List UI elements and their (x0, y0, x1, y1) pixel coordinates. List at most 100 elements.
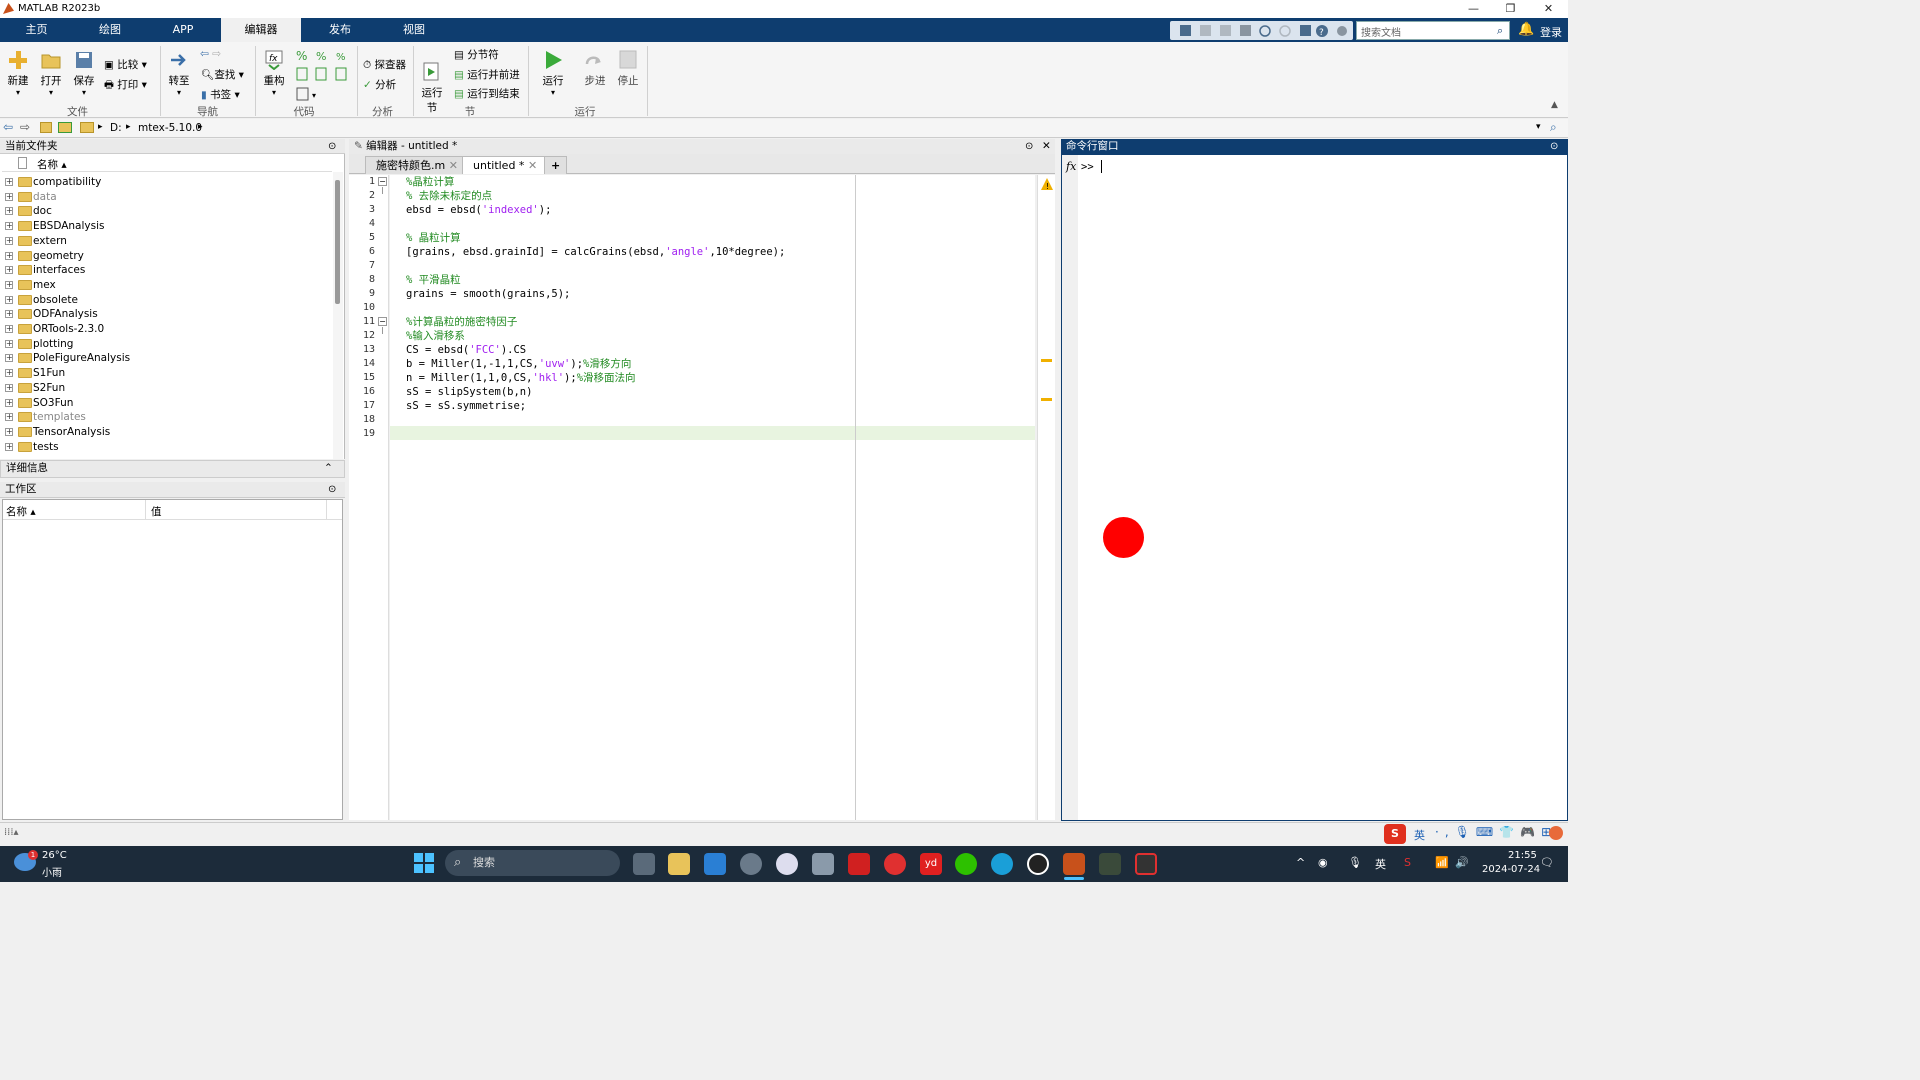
search-folder-icon[interactable]: ⌕ (1550, 120, 1557, 135)
print-button[interactable]: 🖶 打印 ▾ (104, 77, 147, 95)
folder-row[interactable]: + TensorAnalysis (2, 425, 332, 440)
weather-temp[interactable]: 26°C (42, 850, 67, 861)
add-tab-button[interactable]: + (544, 156, 568, 174)
fx-icon[interactable]: fx (1066, 160, 1076, 173)
tab-plots[interactable]: 绘图 (86, 18, 134, 42)
weather-desc[interactable]: 小雨 (42, 864, 62, 879)
youdao-icon[interactable]: yd (920, 853, 942, 875)
open-button[interactable]: 打开 ▾ (37, 50, 65, 97)
expand-icon[interactable]: + (5, 413, 13, 422)
expand-icon[interactable]: + (5, 442, 13, 451)
back-forward-arrows[interactable]: ⇦ ⇨ (200, 48, 221, 60)
music-app-icon[interactable] (884, 853, 906, 875)
tab-publish[interactable]: 发布 (318, 18, 362, 42)
close-editor-icon[interactable]: ✕ (1042, 139, 1051, 154)
run-button[interactable]: 运行 ▾ (540, 50, 566, 97)
code-line[interactable]: b = Miller(1,-1,1,CS,'uvw');%滑移方向 (406, 357, 631, 371)
workspace-col-value[interactable]: 值 (151, 504, 162, 519)
panel-menu-icon[interactable]: ⊙ (328, 482, 336, 497)
details-panel-header[interactable]: 详细信息 ⌃ (0, 460, 345, 478)
folder-row[interactable]: + obsolete (2, 293, 332, 308)
folder-row[interactable]: + SO3Fun (2, 396, 332, 411)
wifi-icon[interactable]: 📶 (1435, 856, 1449, 869)
save-button[interactable]: 保存 ▾ (70, 50, 98, 97)
expand-icon[interactable]: + (5, 325, 13, 333)
expand-icon[interactable]: + (5, 295, 13, 304)
restore-button[interactable]: ❐ (1492, 0, 1529, 18)
code-line[interactable]: sS = slipSystem(b,n) (406, 385, 532, 399)
goto-button[interactable]: 转至 ▾ (166, 50, 192, 97)
path-drive[interactable]: D: (110, 122, 122, 134)
expand-icon[interactable]: + (5, 178, 13, 186)
command-window[interactable] (1061, 154, 1568, 821)
close-tab-icon[interactable]: ✕ (528, 159, 537, 172)
panel-menu-icon[interactable]: ⊙ (328, 139, 336, 154)
path-dropdown-icon[interactable]: ▾ (1536, 122, 1541, 132)
browse-folder-icon[interactable] (58, 122, 72, 133)
expand-icon[interactable]: + (5, 310, 13, 319)
folder-row[interactable]: + tests (2, 440, 332, 455)
tray-ime-mode[interactable]: 英 (1375, 856, 1386, 872)
expand-icon[interactable]: + (5, 266, 13, 275)
expand-icon[interactable]: + (5, 369, 13, 378)
up-folder-icon[interactable] (40, 122, 52, 133)
analyze-button[interactable]: ✓ 分析 (363, 77, 396, 92)
code-line[interactable]: ebsd = ebsd('indexed'); (406, 203, 551, 217)
folder-row[interactable]: + plotting (2, 337, 332, 352)
expand-icon[interactable]: + (5, 398, 13, 407)
code-line[interactable]: [grains, ebsd.grainId] = calcGrains(ebsd… (406, 245, 785, 259)
editor-code-area[interactable] (390, 175, 1035, 820)
ime-skin-icon[interactable] (1549, 826, 1563, 840)
run-to-end-button[interactable]: ▤ 运行到结束 (454, 86, 520, 101)
sogou-tray-icon[interactable]: S (1404, 856, 1411, 869)
calendar-app-icon[interactable] (704, 853, 726, 875)
calculator-icon[interactable] (812, 853, 834, 875)
find-button[interactable]: 🔍︎查找 ▾ (201, 67, 244, 82)
workspace-col-name[interactable]: 名称 ▴ (6, 504, 36, 519)
stop-button[interactable]: 停止 (615, 50, 641, 88)
netease-music-icon[interactable] (848, 853, 870, 875)
warning-marker[interactable] (1041, 398, 1052, 401)
folder-row[interactable]: + S1Fun (2, 366, 332, 381)
search-icon[interactable]: ⌕ (1497, 24, 1503, 38)
show-hidden-icons[interactable]: ^ (1296, 856, 1305, 869)
warning-icon[interactable]: ! (1040, 177, 1054, 191)
folder-row[interactable]: + data (2, 190, 332, 205)
arrow-left-icon[interactable]: ⇦ (200, 48, 209, 60)
settings-gear-icon[interactable] (740, 853, 762, 875)
code-line[interactable]: %计算晶粒的施密特因子 (406, 315, 517, 329)
folder-row[interactable]: + geometry (2, 249, 332, 264)
back-icon[interactable]: ⇦ (3, 120, 13, 134)
panel-menu-icon[interactable]: ⊙ (1550, 139, 1558, 154)
expand-icon[interactable]: + (5, 427, 13, 436)
expand-icon[interactable]: + (5, 339, 13, 348)
section-break-button[interactable]: ▤ 分节符 (454, 47, 499, 62)
expand-icon[interactable]: + (5, 207, 13, 216)
app-icon[interactable] (776, 853, 798, 875)
close-tab-icon[interactable]: ✕ (449, 159, 458, 172)
speaker-icon[interactable]: 🔊 (1455, 856, 1469, 869)
status-grip-icon[interactable]: ⁞⁞⁞▴ (4, 827, 19, 838)
folder-row[interactable]: + templates (2, 410, 332, 425)
recorder-icon[interactable] (1135, 853, 1157, 875)
bookmark-button[interactable]: ▮ 书签 ▾ (201, 87, 240, 102)
fold-toggle-icon[interactable]: − (378, 177, 387, 186)
code-line[interactable]: sS = sS.symmetrise; (406, 399, 526, 413)
expand-icon[interactable]: + (5, 280, 13, 289)
ime-toolbar-icons[interactable]: ·,🎙⌨👕🎮⊞ (1435, 825, 1557, 839)
path-folder[interactable]: mtex-5.10.0 (138, 122, 202, 134)
panel-menu-icon[interactable]: ⊙ (1025, 139, 1033, 154)
forward-icon[interactable]: ⇨ (20, 120, 30, 134)
ime-mode[interactable]: 英 (1414, 827, 1425, 843)
refactor-button[interactable]: fx 重构 ▾ (260, 50, 288, 97)
collapse-icon[interactable]: ⌃ (324, 461, 333, 476)
folder-row[interactable]: + PoleFigureAnalysis (2, 351, 332, 366)
app-icon[interactable] (1099, 853, 1121, 875)
folder-row[interactable]: + compatibility (2, 175, 332, 190)
folder-scrollbar-thumb[interactable] (335, 180, 340, 304)
compare-button[interactable]: ▣ 比较 ▾ (104, 57, 147, 72)
expand-icon[interactable]: + (5, 222, 13, 231)
bell-icon[interactable]: 🔔 (1518, 22, 1534, 37)
folder-row[interactable]: + ORTools-2.3.0 (2, 322, 332, 337)
task-view-icon[interactable] (633, 853, 655, 875)
